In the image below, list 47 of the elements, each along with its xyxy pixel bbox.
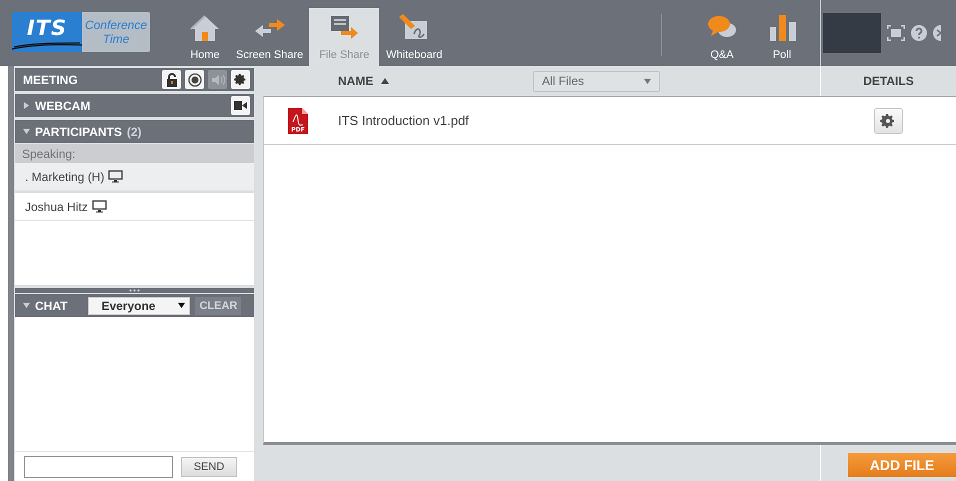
tool-button[interactable] [231, 70, 250, 89]
tool-button[interactable] [162, 70, 181, 89]
record-icon [188, 72, 202, 86]
webcam-header[interactable]: WEBCAM [15, 94, 254, 117]
nav-tab[interactable]: Poll [752, 8, 812, 66]
speaker-icon [210, 74, 224, 86]
sort-arrow-icon [381, 78, 390, 84]
logo: ITS Conference Time [12, 12, 150, 52]
tool-button[interactable] [185, 70, 204, 89]
swoosh-icon [12, 42, 82, 50]
monitor-icon [92, 200, 107, 213]
video-preview [823, 13, 881, 53]
chat-input[interactable] [24, 456, 173, 478]
caret-icon [23, 302, 30, 309]
settings-icon [234, 73, 247, 86]
filter-dropdown[interactable]: All Files [533, 70, 660, 92]
participant-count: (2) [126, 124, 142, 138]
caret-icon [23, 128, 30, 135]
add-file-button[interactable]: ADD FILE [848, 452, 956, 476]
section-title: CHAT [35, 298, 68, 312]
recipient-dropdown[interactable]: Everyone [88, 296, 190, 314]
caret-icon [23, 102, 30, 109]
details-column-header: DETAILS [863, 74, 914, 88]
resize-handle-icon[interactable] [129, 289, 140, 292]
close-icon[interactable] [933, 25, 941, 41]
send-button[interactable]: SEND [181, 456, 237, 476]
section-title: WEBCAM [35, 98, 90, 112]
settings-icon [880, 112, 896, 128]
monitor-icon [108, 170, 124, 183]
section-title: PARTICIPANTS [35, 124, 122, 138]
camera-icon [234, 101, 247, 110]
nav-tab[interactable]: Home [180, 8, 230, 66]
lock-icon [166, 72, 178, 86]
dropdown-arrow-icon [178, 302, 186, 309]
speaking-label: Speaking: [15, 144, 254, 163]
details-button[interactable] [874, 108, 902, 134]
nav-tab[interactable]: Whiteboard [379, 8, 450, 66]
nav-tab[interactable]: Q&A [692, 8, 752, 66]
help-icon[interactable] [911, 25, 927, 41]
section-title: MEETING [23, 72, 78, 86]
participants-header[interactable]: PARTICIPANTS (2) [15, 120, 254, 143]
fullscreen-icon[interactable] [887, 25, 905, 41]
dropdown-arrow-icon [644, 78, 651, 84]
name-column-header[interactable]: NAME [338, 74, 390, 88]
participant-row[interactable]: . Marketing (H) [15, 163, 254, 191]
file-name[interactable]: ITS Introduction v1.pdf [338, 113, 469, 128]
nav-tab[interactable]: Screen Share [230, 8, 310, 66]
